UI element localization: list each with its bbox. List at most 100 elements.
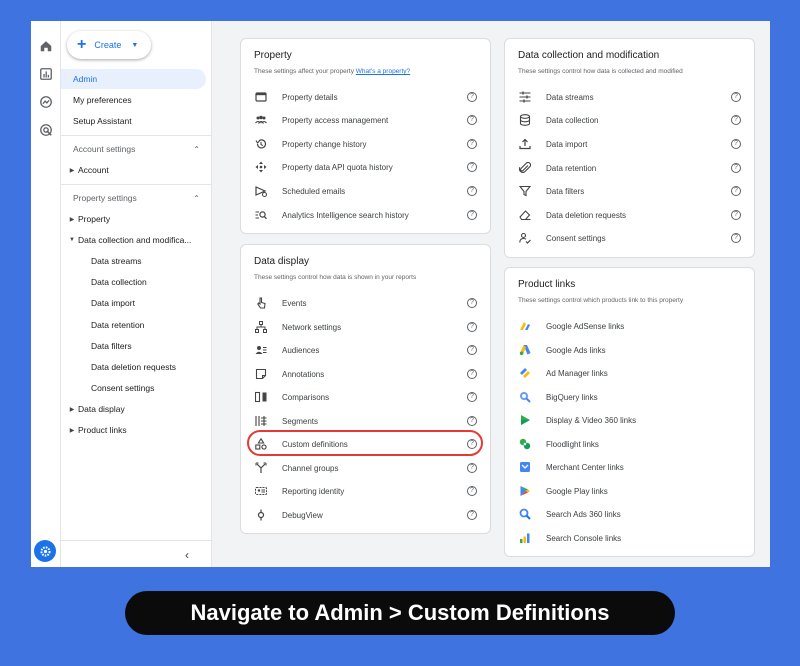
data-retention-row[interactable]: Data retention	[518, 160, 596, 176]
help-icon[interactable]: ?	[467, 369, 477, 379]
search-ads-360-links-row[interactable]: Search Ads 360 links	[518, 506, 621, 522]
property-data-api-quota-history-row[interactable]: Property data API quota history	[254, 159, 393, 175]
sidebar-item-my-preferences[interactable]: My preferences	[61, 90, 206, 110]
sidebar-item-label: My preferences	[73, 95, 132, 105]
help-icon[interactable]: ?	[467, 510, 477, 520]
sidebar-subitem-data-deletion-requests[interactable]: Data deletion requests	[61, 357, 206, 377]
data-collection-row[interactable]: Data collection	[518, 112, 598, 128]
google-play-links-row[interactable]: Google Play links	[518, 483, 608, 499]
help-icon[interactable]: ?	[731, 163, 741, 173]
google-adsense-links-row[interactable]: Google AdSense links	[518, 318, 624, 334]
row-label: DebugView	[282, 510, 323, 520]
row-label: Property access management	[282, 115, 389, 125]
account-settings-section[interactable]: Account settings ⌃	[61, 139, 206, 159]
home-icon[interactable]	[38, 38, 54, 54]
merchant-center-links-row[interactable]: Merchant Center links	[518, 459, 624, 475]
help-icon[interactable]: ?	[467, 322, 477, 332]
help-icon[interactable]: ?	[731, 92, 741, 102]
sidebar-item-account[interactable]: ▶ Account	[61, 160, 206, 180]
card-subtitle-text: These settings affect your property	[254, 68, 354, 75]
annotations-row[interactable]: Annotations	[254, 366, 324, 382]
expand-arrow-icon: ▶	[69, 167, 75, 174]
floodlight-links-row[interactable]: Floodlight links	[518, 436, 599, 452]
help-icon[interactable]: ?	[467, 463, 477, 473]
sidebar-subitem-data-import[interactable]: Data import	[61, 293, 206, 313]
help-icon[interactable]: ?	[731, 186, 741, 196]
help-icon[interactable]: ?	[467, 162, 477, 172]
row-label: Search Ads 360 links	[546, 509, 621, 519]
help-icon[interactable]: ?	[467, 345, 477, 355]
property-change-history-row[interactable]: Property change history	[254, 136, 367, 152]
data-streams-row[interactable]: Data streams	[518, 89, 594, 105]
help-icon[interactable]: ?	[467, 115, 477, 125]
scheduled-emails-row[interactable]: Scheduled emails	[254, 183, 345, 199]
help-icon[interactable]: ?	[467, 392, 477, 402]
whats-a-property-link[interactable]: What's a property?	[356, 68, 410, 75]
help-icon[interactable]: ?	[467, 416, 477, 426]
bigquery-icon	[518, 390, 532, 404]
display-video-360-links-row[interactable]: Display & Video 360 links	[518, 412, 636, 428]
collapse-sidebar-icon[interactable]: ‹	[185, 548, 189, 562]
data-import-row[interactable]: Data import	[518, 136, 587, 152]
card-title: Data display	[254, 256, 310, 267]
help-icon[interactable]: ?	[467, 186, 477, 196]
reporting-identity-row[interactable]: Reporting identity	[254, 483, 344, 499]
help-icon[interactable]: ?	[467, 298, 477, 308]
sidebar-item-property[interactable]: ▶ Property	[61, 209, 206, 229]
eraser-icon	[518, 208, 532, 222]
sidebar-item-label: Data retention	[91, 320, 145, 330]
reports-icon[interactable]	[38, 66, 54, 82]
sidebar-subitem-data-retention[interactable]: Data retention	[61, 315, 206, 335]
google-ads-links-row[interactable]: Google Ads links	[518, 342, 606, 358]
bigquery-links-row[interactable]: BigQuery links	[518, 389, 598, 405]
sidebar-subitem-data-collection[interactable]: Data collection	[61, 272, 206, 292]
analytics-intelligence-search-history-row[interactable]: Analytics Intelligence search history	[254, 207, 409, 223]
highlight-ring	[247, 430, 483, 456]
sidebar-item-admin[interactable]: Admin	[61, 69, 206, 89]
property-details-row[interactable]: Property details	[254, 89, 338, 105]
channel-groups-row[interactable]: Channel groups	[254, 460, 338, 476]
segments-row[interactable]: Segments	[254, 413, 318, 429]
row-label: Data collection	[546, 115, 599, 125]
ad-manager-links-row[interactable]: Ad Manager links	[518, 365, 608, 381]
sidebar-subitem-consent-settings[interactable]: Consent settings	[61, 378, 206, 398]
sidebar-subitem-data-streams[interactable]: Data streams	[61, 251, 206, 271]
product-links-card: Product links These settings control whi…	[504, 267, 755, 557]
advertising-icon[interactable]	[38, 122, 54, 138]
admin-gear-icon[interactable]	[34, 540, 56, 562]
help-icon[interactable]: ?	[731, 233, 741, 243]
data-deletion-requests-row[interactable]: Data deletion requests	[518, 207, 626, 223]
search-ads-icon	[518, 507, 532, 521]
sidebar-item-label: Property	[78, 214, 111, 224]
row-label: Property change history	[282, 139, 367, 149]
audiences-row[interactable]: Audiences	[254, 342, 319, 358]
sidebar-item-setup-assistant[interactable]: Setup Assistant	[61, 111, 206, 131]
comparisons-row[interactable]: Comparisons	[254, 389, 329, 405]
debugview-row[interactable]: DebugView	[254, 507, 323, 523]
help-icon[interactable]: ?	[731, 115, 741, 125]
help-icon[interactable]: ?	[731, 210, 741, 220]
create-button[interactable]: + Create ▼	[67, 31, 151, 59]
property-settings-section[interactable]: Property settings ⌃	[61, 188, 206, 208]
help-icon[interactable]: ?	[467, 486, 477, 496]
sidebar-subitem-data-filters[interactable]: Data filters	[61, 336, 206, 356]
sidebar-item-label: Account	[78, 165, 109, 175]
explore-icon[interactable]	[38, 94, 54, 110]
property-access-management-row[interactable]: Property access management	[254, 112, 388, 128]
search-console-links-row[interactable]: Search Console links	[518, 530, 621, 546]
consent-settings-row[interactable]: Consent settings	[518, 230, 606, 246]
help-icon[interactable]: ?	[467, 92, 477, 102]
sidebar-item-data-collection[interactable]: ▼ Data collection and modifica...	[61, 230, 206, 250]
email-icon	[254, 184, 268, 198]
events-row[interactable]: Events	[254, 295, 306, 311]
data-filters-row[interactable]: Data filters	[518, 183, 584, 199]
help-icon[interactable]: ?	[467, 210, 477, 220]
divider	[61, 184, 212, 185]
network-settings-row[interactable]: Network settings	[254, 319, 341, 335]
help-icon[interactable]: ?	[731, 139, 741, 149]
help-icon[interactable]: ?	[467, 139, 477, 149]
sidebar-item-product-links[interactable]: ▶ Product links	[61, 420, 206, 440]
search-console-icon	[518, 531, 532, 545]
sidebar-item-data-display[interactable]: ▶ Data display	[61, 399, 206, 419]
row-label: BigQuery links	[546, 392, 598, 402]
